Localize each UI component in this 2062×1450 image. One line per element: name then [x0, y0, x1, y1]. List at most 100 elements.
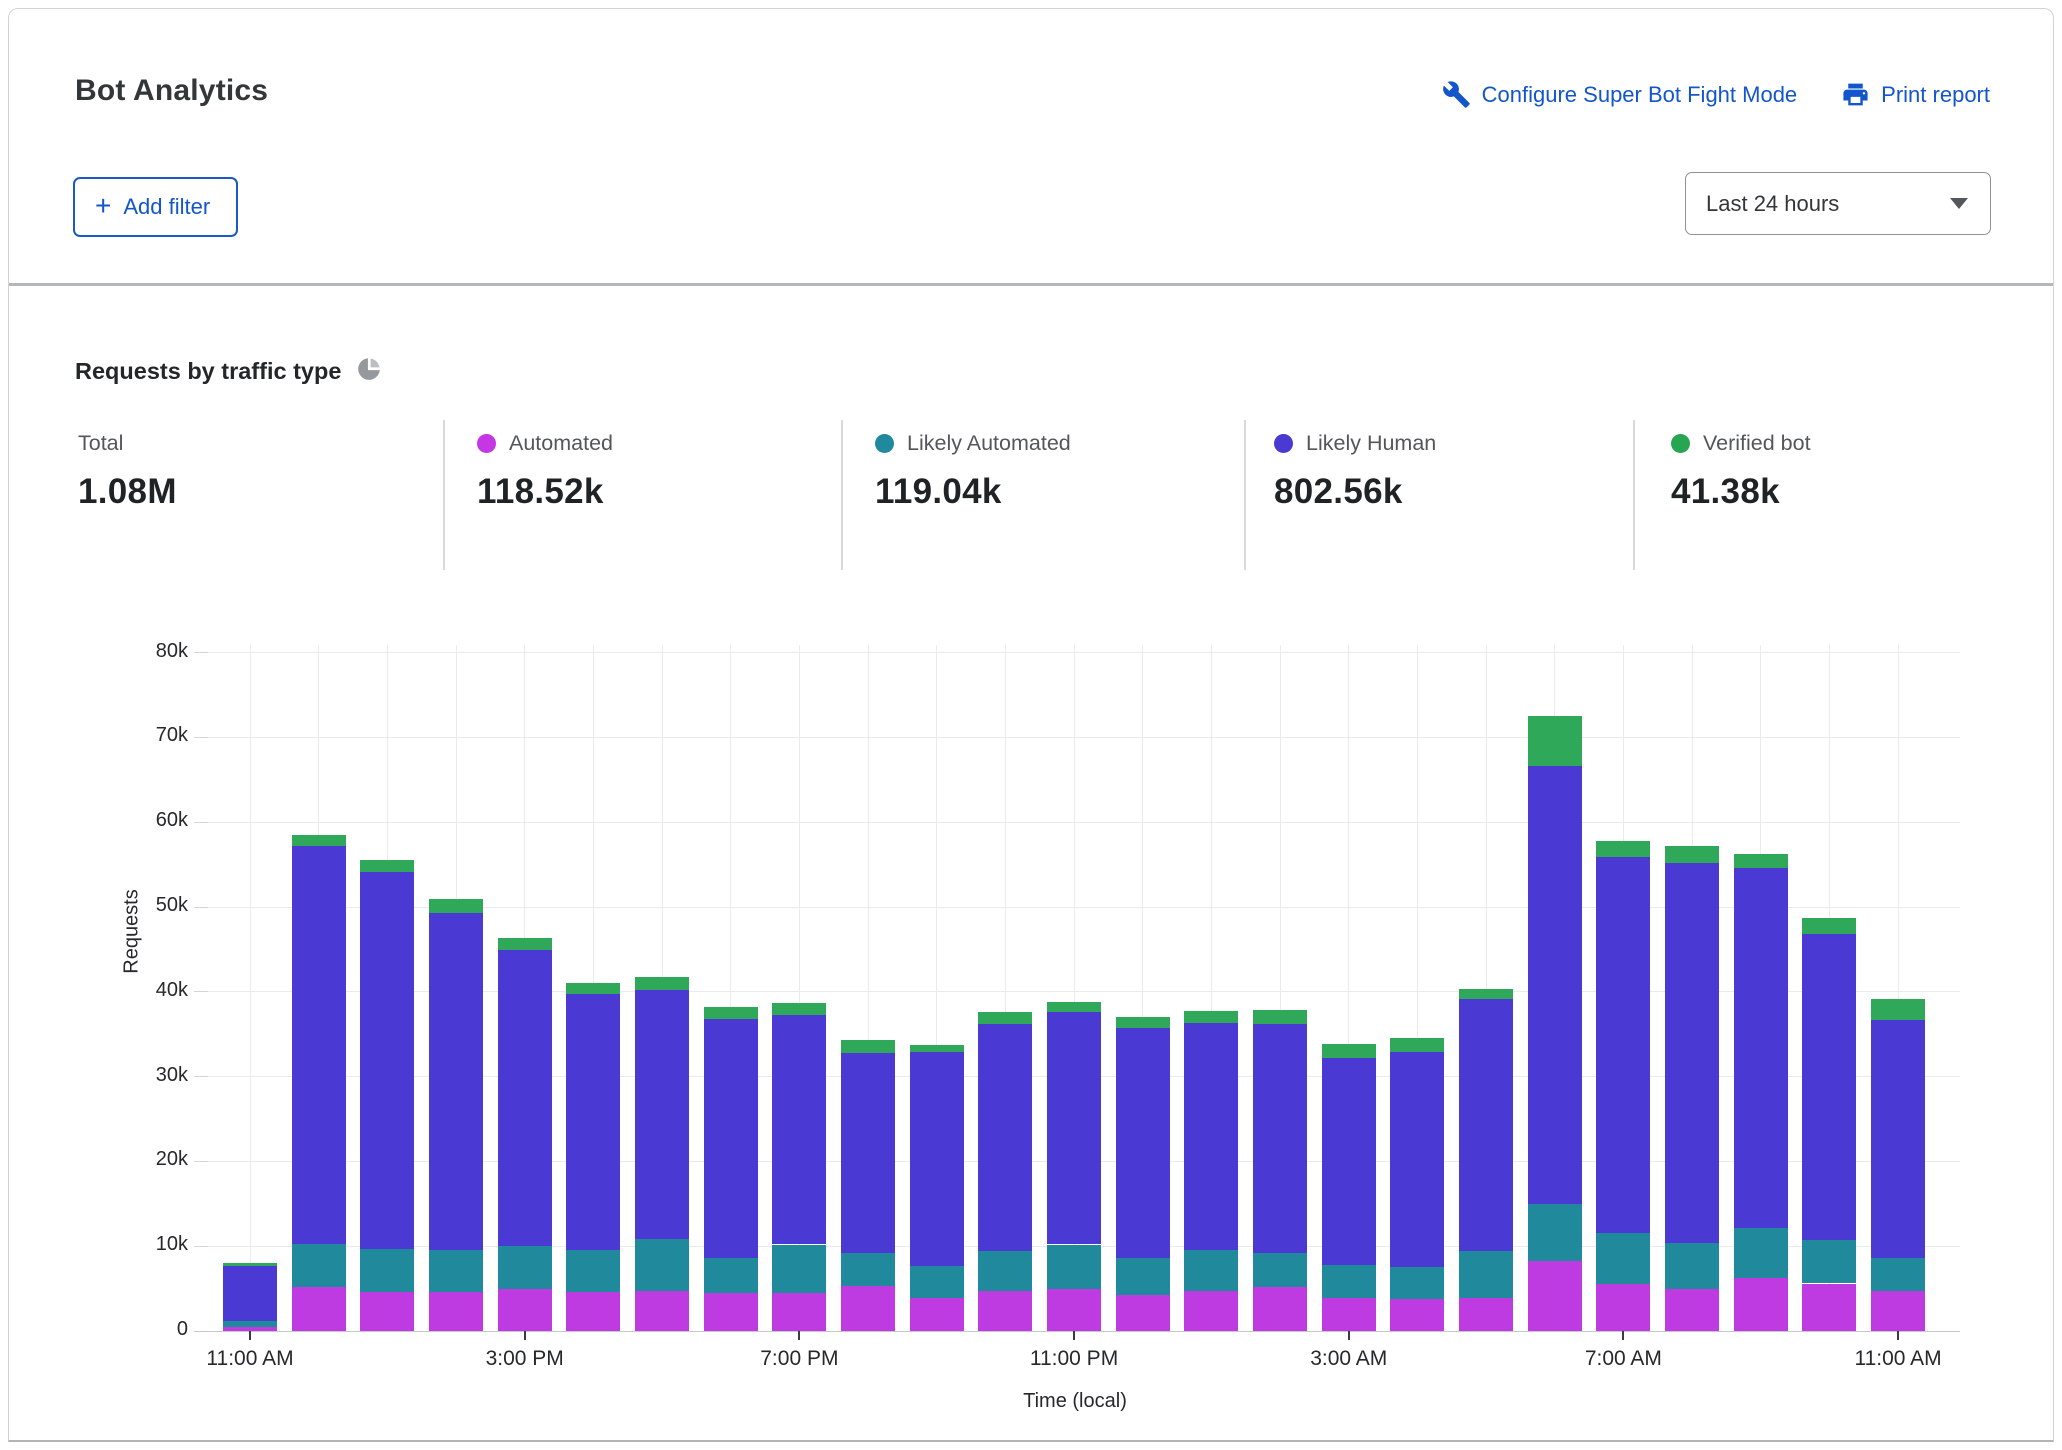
- bar-segment-6-00-am-likely-automated[interactable]: [1527, 1203, 1582, 1261]
- bar-segment-7-00-am-likely-automated[interactable]: [1596, 1233, 1651, 1285]
- bar-segment-11-00-am-automated[interactable]: [223, 1326, 277, 1331]
- print-report-link[interactable]: Print report: [1841, 80, 1990, 109]
- bar-segment-4-00-am-automated[interactable]: [1390, 1298, 1445, 1331]
- bar-segment-3-00-pm-likely-human[interactable]: [497, 950, 552, 1247]
- bar-segment-1-00-am-verified-bot[interactable]: [1184, 1011, 1239, 1024]
- bar-segment-3-00-am-automated[interactable]: [1321, 1297, 1376, 1331]
- bar-segment-9-00-am-automated[interactable]: [1733, 1278, 1788, 1331]
- bar-segment-11-00-pm-likely-automated[interactable]: [1047, 1244, 1102, 1289]
- bar-segment-11-00-am-likely-automated[interactable]: [1871, 1258, 1926, 1292]
- bar-segment-3-00-am-likely-automated[interactable]: [1321, 1264, 1376, 1298]
- bar-segment-2-00-am-verified-bot[interactable]: [1253, 1010, 1308, 1025]
- bar-segment-12-00-am-verified-bot[interactable]: [1115, 1017, 1170, 1029]
- time-range-dropdown[interactable]: Last 24 hours: [1685, 172, 1991, 235]
- bar-segment-11-00-pm-verified-bot[interactable]: [1047, 1001, 1102, 1013]
- bar-segment-11-00-am-verified-bot[interactable]: [1871, 998, 1926, 1020]
- bar-segment-9-00-pm-automated[interactable]: [909, 1297, 964, 1331]
- bar-segment-7-00-am-automated[interactable]: [1596, 1284, 1651, 1331]
- bar-segment-3-00-pm-automated[interactable]: [497, 1289, 552, 1331]
- bar-segment-9-00-pm-likely-automated[interactable]: [909, 1265, 964, 1298]
- bar-segment-7-00-pm-likely-automated[interactable]: [772, 1244, 827, 1293]
- add-filter-button[interactable]: + Add filter: [73, 177, 239, 237]
- bar-segment-7-00-am-likely-human[interactable]: [1596, 856, 1651, 1234]
- bar-segment-4-00-am-likely-automated[interactable]: [1390, 1267, 1445, 1299]
- bar-segment-4-00-pm-automated[interactable]: [566, 1291, 621, 1331]
- bar-segment-8-00-pm-automated[interactable]: [841, 1286, 896, 1331]
- bar-segment-12-00-pm-likely-human[interactable]: [291, 845, 346, 1244]
- bar-segment-11-00-pm-automated[interactable]: [1047, 1288, 1102, 1331]
- bar-segment-1-00-pm-likely-human[interactable]: [360, 872, 415, 1249]
- bar-segment-2-00-am-automated[interactable]: [1253, 1286, 1308, 1331]
- bar-segment-11-00-am-likely-automated[interactable]: [223, 1320, 277, 1327]
- bar-segment-12-00-pm-likely-automated[interactable]: [291, 1243, 346, 1287]
- bar-segment-1-00-am-likely-automated[interactable]: [1184, 1250, 1239, 1292]
- bar-segment-11-00-pm-likely-human[interactable]: [1047, 1012, 1102, 1245]
- bar-segment-5-00-pm-likely-human[interactable]: [635, 990, 690, 1239]
- bar-segment-2-00-am-likely-automated[interactable]: [1253, 1252, 1308, 1287]
- bar-segment-9-00-am-likely-automated[interactable]: [1733, 1227, 1788, 1279]
- bar-segment-8-00-am-likely-human[interactable]: [1665, 862, 1720, 1243]
- bar-segment-10-00-pm-automated[interactable]: [978, 1291, 1033, 1331]
- bar-segment-6-00-pm-verified-bot[interactable]: [703, 1007, 758, 1019]
- bar-segment-10-00-am-automated[interactable]: [1802, 1283, 1857, 1331]
- bar-segment-5-00-pm-likely-automated[interactable]: [635, 1238, 690, 1292]
- bar-segment-7-00-pm-likely-human[interactable]: [772, 1014, 827, 1245]
- bar-segment-4-00-pm-likely-human[interactable]: [566, 994, 621, 1251]
- bar-segment-1-00-pm-automated[interactable]: [360, 1291, 415, 1331]
- bar-segment-7-00-pm-automated[interactable]: [772, 1292, 827, 1331]
- bar-segment-4-00-pm-verified-bot[interactable]: [566, 983, 621, 995]
- bar-segment-3-00-am-likely-human[interactable]: [1321, 1057, 1376, 1265]
- bar-segment-5-00-am-verified-bot[interactable]: [1459, 989, 1514, 1000]
- bar-segment-6-00-am-automated[interactable]: [1527, 1260, 1582, 1331]
- bar-segment-9-00-pm-verified-bot[interactable]: [909, 1045, 964, 1052]
- bar-segment-1-00-am-automated[interactable]: [1184, 1291, 1239, 1331]
- bar-segment-2-00-am-likely-human[interactable]: [1253, 1024, 1308, 1253]
- bar-segment-9-00-am-likely-human[interactable]: [1733, 867, 1788, 1228]
- bar-segment-11-00-am-likely-human[interactable]: [1871, 1019, 1926, 1259]
- bar-segment-10-00-pm-likely-automated[interactable]: [978, 1251, 1033, 1292]
- bar-segment-2-00-pm-verified-bot[interactable]: [429, 898, 483, 913]
- configure-super-bot-fight-mode-link[interactable]: Configure Super Bot Fight Mode: [1442, 80, 1797, 109]
- bar-segment-4-00-pm-likely-automated[interactable]: [566, 1250, 621, 1292]
- bar-segment-2-00-pm-likely-human[interactable]: [429, 912, 483, 1250]
- bar-segment-11-00-am-likely-human[interactable]: [223, 1265, 277, 1321]
- bar-segment-10-00-pm-verified-bot[interactable]: [978, 1012, 1033, 1024]
- bar-segment-6-00-pm-likely-automated[interactable]: [703, 1258, 758, 1293]
- bar-segment-10-00-pm-likely-human[interactable]: [978, 1024, 1033, 1252]
- bar-segment-12-00-am-likely-automated[interactable]: [1115, 1258, 1170, 1295]
- bar-segment-10-00-am-likely-automated[interactable]: [1802, 1240, 1857, 1284]
- bar-segment-12-00-pm-automated[interactable]: [291, 1286, 346, 1331]
- bar-segment-10-00-am-likely-human[interactable]: [1802, 934, 1857, 1241]
- bar-segment-1-00-pm-likely-automated[interactable]: [360, 1248, 415, 1292]
- bar-segment-5-00-pm-automated[interactable]: [635, 1291, 690, 1331]
- bar-segment-12-00-pm-verified-bot[interactable]: [291, 834, 346, 846]
- bar-segment-1-00-am-likely-human[interactable]: [1184, 1023, 1239, 1251]
- bar-segment-3-00-pm-verified-bot[interactable]: [497, 937, 552, 951]
- bar-segment-12-00-am-likely-human[interactable]: [1115, 1028, 1170, 1259]
- bar-segment-8-00-pm-likely-automated[interactable]: [841, 1252, 896, 1287]
- bar-segment-3-00-pm-likely-automated[interactable]: [497, 1246, 552, 1290]
- bar-segment-6-00-am-likely-human[interactable]: [1527, 766, 1582, 1204]
- bar-segment-11-00-am-verified-bot[interactable]: [223, 1263, 277, 1266]
- bar-segment-9-00-am-verified-bot[interactable]: [1733, 853, 1788, 868]
- bar-segment-7-00-pm-verified-bot[interactable]: [772, 1002, 827, 1015]
- bar-segment-6-00-pm-likely-human[interactable]: [703, 1018, 758, 1259]
- bar-segment-10-00-am-verified-bot[interactable]: [1802, 918, 1857, 935]
- bar-segment-4-00-am-likely-human[interactable]: [1390, 1052, 1445, 1268]
- bar-segment-8-00-am-automated[interactable]: [1665, 1288, 1720, 1331]
- bar-segment-2-00-pm-likely-automated[interactable]: [429, 1249, 483, 1292]
- bar-segment-5-00-pm-verified-bot[interactable]: [635, 976, 690, 991]
- bar-segment-3-00-am-verified-bot[interactable]: [1321, 1043, 1376, 1058]
- bar-segment-9-00-pm-likely-human[interactable]: [909, 1052, 964, 1266]
- bar-segment-7-00-am-verified-bot[interactable]: [1596, 840, 1651, 857]
- bar-segment-2-00-pm-automated[interactable]: [429, 1291, 483, 1331]
- bar-segment-8-00-pm-verified-bot[interactable]: [841, 1040, 896, 1053]
- bar-segment-4-00-am-verified-bot[interactable]: [1390, 1038, 1445, 1052]
- bar-segment-8-00-am-verified-bot[interactable]: [1665, 845, 1720, 863]
- bar-segment-5-00-am-likely-human[interactable]: [1459, 999, 1514, 1252]
- bar-segment-8-00-pm-likely-human[interactable]: [841, 1052, 896, 1253]
- bar-segment-12-00-am-automated[interactable]: [1115, 1294, 1170, 1331]
- bar-segment-8-00-am-likely-automated[interactable]: [1665, 1242, 1720, 1289]
- bar-segment-5-00-am-likely-automated[interactable]: [1459, 1251, 1514, 1298]
- bar-segment-11-00-am-automated[interactable]: [1871, 1291, 1926, 1331]
